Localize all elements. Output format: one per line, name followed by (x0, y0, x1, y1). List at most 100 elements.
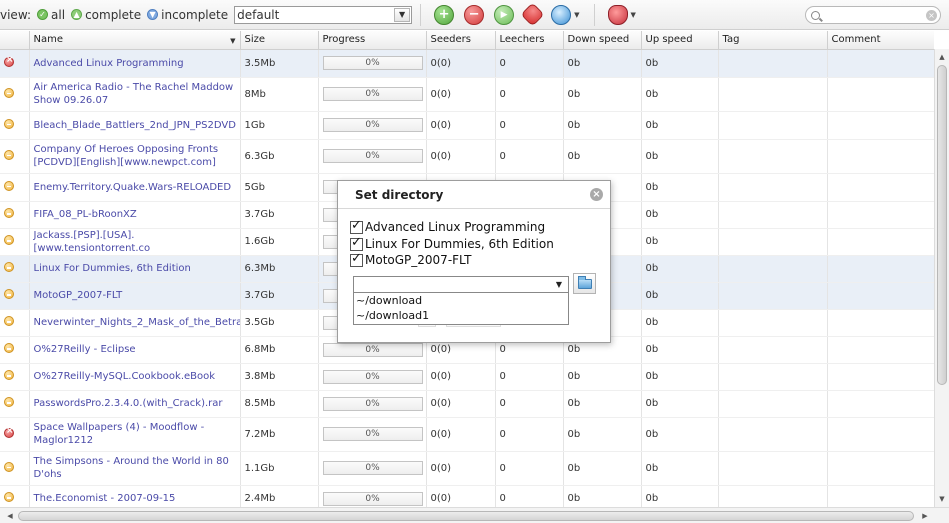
col-name-label: Name (33, 34, 64, 46)
view-label: view: (0, 7, 32, 22)
progress-bar: 0% (322, 149, 423, 163)
clear-search-icon[interactable]: × (926, 9, 937, 21)
directory-combo[interactable]: ▼ (353, 276, 569, 293)
category-select[interactable]: default ▼ (234, 5, 413, 24)
table-row[interactable]: The Simpsons - Around the World in 80 D'… (0, 451, 934, 486)
vertical-scrollbar[interactable]: ▲ ▼ (934, 49, 949, 507)
scroll-up-icon[interactable]: ▲ (936, 51, 948, 63)
paused-status-icon (4, 289, 14, 299)
col-seeders[interactable]: Seeders (426, 31, 496, 50)
directory-option[interactable]: ~/download1 (354, 308, 568, 323)
col-size[interactable]: Size (240, 31, 319, 50)
cell-status (0, 282, 30, 310)
item-checkbox[interactable] (350, 235, 363, 251)
toolbar: view: ✓ all ▲ complete ▼ incomplete defa… (0, 0, 949, 30)
filter-complete[interactable]: ▲ complete (71, 8, 141, 22)
progress-bar: 0% (322, 427, 423, 441)
app-menu-button[interactable] (607, 4, 628, 25)
col-leechers-label: Leechers (499, 34, 545, 46)
cell-up-speed: 0b (641, 390, 719, 418)
col-down-speed[interactable]: Down speed (563, 31, 642, 50)
cell-down-speed: 0b (563, 49, 642, 78)
cell-status (0, 309, 30, 337)
cell-tag (718, 77, 828, 112)
item-checkbox[interactable] (350, 251, 363, 267)
filter-incomplete[interactable]: ▼ incomplete (147, 8, 228, 22)
cell-comment (827, 451, 934, 486)
cell-status (0, 336, 30, 364)
progress-bar: 0% (322, 369, 423, 384)
scroll-down-icon[interactable]: ▼ (936, 493, 948, 505)
dialog-item-row[interactable]: Linux For Dummies, 6th Edition (350, 235, 554, 251)
globe-menu-arrow-icon[interactable]: ▼ (574, 11, 579, 19)
cell-name: O%27Reilly - Eclipse (29, 336, 241, 364)
table-row[interactable]: Company Of Heroes Opposing Fronts [PCDVD… (0, 139, 934, 174)
start-icon: ▶ (500, 9, 508, 20)
col-progress[interactable]: Progress (318, 31, 427, 50)
close-icon[interactable]: × (590, 188, 603, 201)
col-up-speed[interactable]: Up speed (641, 31, 719, 50)
chevron-down-icon[interactable]: ▼ (552, 278, 566, 291)
progress-bar: 0% (322, 461, 423, 475)
cell-name: The Simpsons - Around the World in 80 D'… (29, 451, 241, 486)
cell-down-speed: 0b (563, 111, 642, 140)
cell-down-speed: 0b (563, 77, 642, 112)
table-row[interactable]: PasswordsPro.2.3.4.0.(with_Crack).rar 8.5… (0, 390, 934, 418)
col-leechers[interactable]: Leechers (495, 31, 564, 50)
col-name[interactable]: Name ▼ (29, 31, 241, 50)
paused-status-icon (4, 262, 14, 272)
cell-up-speed: 0b (641, 451, 719, 486)
app-menu-arrow-icon[interactable]: ▼ (631, 11, 636, 19)
table-row[interactable]: The.Economist - 2007-09-15 2.4Mb 0% 0(0) 0 0b… (0, 485, 934, 507)
col-status[interactable] (0, 31, 30, 50)
start-torrent-button[interactable]: ▶ (494, 4, 515, 25)
cell-tag (718, 336, 828, 364)
table-row[interactable]: Air America Radio - The Rachel Maddow Sh… (0, 77, 934, 112)
scroll-right-icon[interactable]: ▶ (919, 510, 931, 522)
cell-seeders: 0(0) (426, 139, 496, 174)
remove-torrent-button[interactable]: − (464, 4, 485, 25)
table-row[interactable]: Space Wallpapers (4) - Moodflow - Maglor… (0, 417, 934, 452)
cell-comment (827, 173, 934, 202)
cell-tag (718, 111, 828, 140)
item-checkbox[interactable] (350, 218, 363, 234)
cell-size: 6.3Gb (240, 139, 319, 174)
paused-status-icon (4, 370, 14, 380)
cell-tag (718, 390, 828, 418)
col-comment[interactable]: Comment (827, 31, 934, 50)
cell-down-speed: 0b (563, 485, 642, 507)
cell-tag (718, 309, 828, 337)
cell-status (0, 77, 30, 112)
table-row[interactable]: Bleach_Blade_Battlers_2nd_JPN_PS2DVD 1Gb 0… (0, 111, 934, 140)
table-row[interactable]: O%27Reilly-MySQL.Cookbook.eBook 3.8Mb 0% 0(… (0, 363, 934, 391)
cell-comment (827, 336, 934, 364)
cell-seeders: 0(0) (426, 451, 496, 486)
paused-status-icon (4, 316, 14, 326)
settings-globe-button[interactable] (551, 4, 572, 25)
browse-folder-button[interactable] (573, 273, 596, 294)
dialog-item-row[interactable]: MotoGP_2007-FLT (350, 251, 471, 267)
cell-seeders: 0(0) (426, 417, 496, 452)
dialog-item-row[interactable]: Advanced Linux Programming (350, 218, 545, 234)
scroll-left-icon[interactable]: ◀ (4, 510, 16, 522)
cell-comment (827, 363, 934, 391)
cell-seeders: 0(0) (426, 485, 496, 507)
cell-status (0, 111, 30, 140)
progress-bar: 0% (322, 87, 423, 101)
cell-progress: 0% (318, 77, 427, 112)
cell-progress: 0% (318, 49, 427, 78)
search-input[interactable]: × (805, 6, 941, 24)
horizontal-scroll-thumb[interactable] (18, 511, 914, 521)
stop-torrent-button[interactable] (520, 2, 545, 27)
horizontal-scrollbar[interactable]: ◀ ▶ (0, 507, 949, 523)
filter-all[interactable]: ✓ all (37, 8, 65, 22)
cell-up-speed: 0b (641, 228, 719, 256)
cell-status (0, 173, 30, 202)
folder-icon (577, 275, 592, 289)
vertical-scroll-thumb[interactable] (937, 65, 947, 385)
cell-seeders: 0(0) (426, 77, 496, 112)
add-torrent-button[interactable]: + (434, 4, 455, 25)
table-row[interactable]: Advanced Linux Programming3.5Mb0%0(0)00b… (0, 49, 934, 78)
directory-option[interactable]: ~/download (354, 293, 568, 308)
col-tag[interactable]: Tag (718, 31, 828, 50)
